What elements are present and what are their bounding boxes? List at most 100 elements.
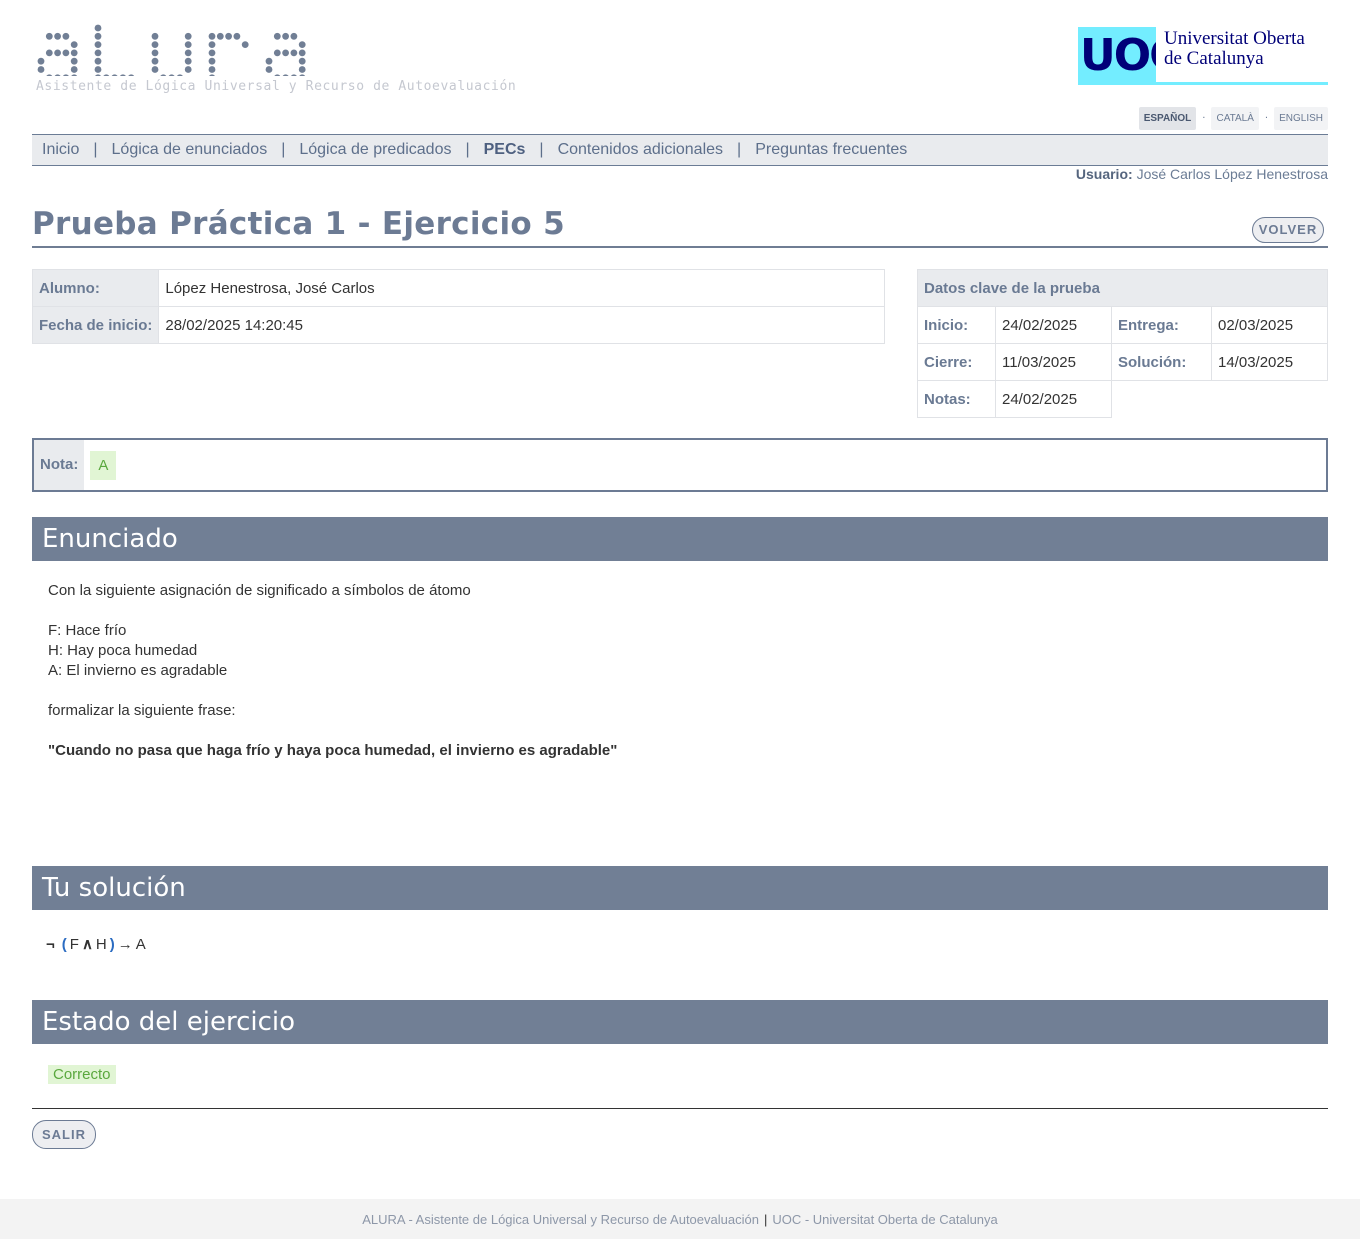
uoc-name-line2: de Catalunya xyxy=(1164,48,1264,69)
nav-item-logica-enunciados[interactable]: Lógica de enunciados xyxy=(112,141,268,159)
uoc-logo[interactable]: UOC Universitat Oberta de Catalunya xyxy=(1078,27,1328,85)
logo-dot xyxy=(45,32,53,40)
nav-separator: | xyxy=(93,141,98,158)
logo-dot xyxy=(62,32,70,40)
logo-dot xyxy=(127,74,135,82)
empty-cell xyxy=(1112,381,1328,418)
table-row: Inicio: 24/02/2025 Entrega: 02/03/2025 xyxy=(917,306,1328,344)
logo-dot xyxy=(298,57,306,65)
nav-separator: | xyxy=(281,141,286,158)
uoc-name-line1: Universitat Oberta xyxy=(1164,28,1305,49)
nav-separator: | xyxy=(737,141,742,158)
notas-label: Notas: xyxy=(917,380,996,418)
enunciado-heading: Enunciado xyxy=(32,517,1328,561)
status-badge: Correcto xyxy=(48,1065,116,1084)
logo-dot xyxy=(298,49,306,57)
logo-dot xyxy=(208,49,216,57)
nav-separator: | xyxy=(539,141,544,158)
alura-logo[interactable] xyxy=(36,24,336,82)
logo-dot xyxy=(102,74,110,82)
logo-dot xyxy=(94,66,102,73)
logo-dot xyxy=(111,74,118,82)
grade-badge: A xyxy=(90,450,117,480)
logo-dot xyxy=(184,32,192,40)
page-title: Prueba Práctica 1 - Ejercicio 5 xyxy=(32,206,565,242)
logo-dot xyxy=(282,49,289,57)
cierre-label: Cierre: xyxy=(917,343,996,381)
logo-dot xyxy=(54,49,61,57)
page-title-bar: Prueba Práctica 1 - Ejercicio 5 VOLVER xyxy=(32,200,1328,248)
table-row: Notas: 24/02/2025 xyxy=(917,380,1328,418)
logo-dot xyxy=(184,41,192,48)
logo-dot xyxy=(151,32,159,40)
lang-english[interactable]: ENGLISH xyxy=(1274,107,1328,130)
logo-dot xyxy=(94,41,102,48)
logo-dot xyxy=(184,57,192,65)
logo-dot xyxy=(62,74,70,82)
logo-dot xyxy=(225,32,233,40)
inicio-label: Inicio: xyxy=(917,306,996,344)
enunciado-intro: Con la siguiente asignación de significa… xyxy=(48,582,471,599)
divider xyxy=(32,1108,1328,1109)
logo-dot xyxy=(62,49,70,57)
notas-value: 24/02/2025 xyxy=(995,380,1112,418)
key-data-table: Datos clave de la prueba Inicio: 24/02/2… xyxy=(917,269,1328,418)
logo-dot xyxy=(298,41,306,48)
left-paren: ( xyxy=(61,935,67,953)
nav-item-inicio[interactable]: Inicio xyxy=(42,141,79,159)
negation-symbol: ¬ xyxy=(46,935,55,953)
right-paren: ) xyxy=(109,935,115,953)
logo-dot xyxy=(184,66,192,73)
exit-button[interactable]: SALIR xyxy=(32,1120,96,1149)
logo-dot xyxy=(208,41,216,48)
nav-item-preguntas-frecuentes[interactable]: Preguntas frecuentes xyxy=(755,141,907,159)
nav-separator: | xyxy=(465,141,470,158)
logo-dot xyxy=(241,41,249,48)
nav-item-contenidos-adicionales[interactable]: Contenidos adicionales xyxy=(558,141,723,159)
key-data-title: Datos clave de la prueba xyxy=(917,269,1328,307)
atom-h: H xyxy=(95,935,107,953)
atom-f: F xyxy=(69,935,79,953)
language-switcher: ESPAÑOL · CATALÀ · ENGLISH xyxy=(1138,107,1328,130)
logo-dot xyxy=(45,49,53,57)
logo-dot xyxy=(273,32,281,40)
student-info-table: Alumno: López Henestrosa, José Carlos Fe… xyxy=(31,269,885,344)
logo-dot xyxy=(54,74,61,82)
footer-alura-text: ALURA - Asistente de Lógica Universal y … xyxy=(362,1211,759,1227)
alura-dot-logo-image xyxy=(37,24,306,82)
lang-separator: · xyxy=(1264,113,1269,124)
logo-dot xyxy=(168,74,176,82)
grade-box: Nota: A xyxy=(32,438,1328,492)
lang-espanol[interactable]: ESPAÑOL xyxy=(1138,107,1197,130)
logo-dot xyxy=(94,57,102,65)
logo-dot xyxy=(265,66,273,73)
logo-dot xyxy=(298,74,306,82)
user-info: Usuario: José Carlos López Henestrosa xyxy=(1076,166,1328,182)
logo-dot xyxy=(282,32,289,40)
site-footer: ALURA - Asistente de Lógica Universal y … xyxy=(0,1199,1360,1239)
logo-dot xyxy=(184,49,192,57)
logo-dot xyxy=(273,74,281,82)
solucion-value: 14/03/2025 xyxy=(1211,343,1328,381)
logo-dot xyxy=(265,57,273,65)
and-symbol: ∧ xyxy=(81,936,93,953)
user-name: José Carlos López Henestrosa xyxy=(1136,166,1328,182)
atom-definition: H: Hay poca humedad xyxy=(48,642,198,659)
logo-dot xyxy=(151,66,159,73)
cierre-value: 11/03/2025 xyxy=(995,343,1112,381)
lang-catala[interactable]: CATALÀ xyxy=(1211,107,1259,130)
logo-dot xyxy=(94,74,102,82)
logo-dot xyxy=(45,74,53,82)
logo-dot xyxy=(94,49,102,57)
lang-separator: · xyxy=(1202,113,1206,124)
enunciado-sentence: "Cuando no pasa que haga frío y haya poc… xyxy=(48,742,618,759)
table-row: Datos clave de la prueba xyxy=(917,269,1328,307)
atom-definition: F: Hace frío xyxy=(48,622,127,639)
back-button[interactable]: VOLVER xyxy=(1252,217,1324,243)
logo-dot xyxy=(290,74,298,82)
nav-item-logica-predicados[interactable]: Lógica de predicados xyxy=(299,141,451,159)
nav-item-pecs[interactable]: PECs xyxy=(484,141,526,159)
logo-dot xyxy=(151,57,159,65)
enunciado-body: Con la siguiente asignación de significa… xyxy=(48,581,617,761)
inicio-value: 24/02/2025 xyxy=(995,306,1112,344)
